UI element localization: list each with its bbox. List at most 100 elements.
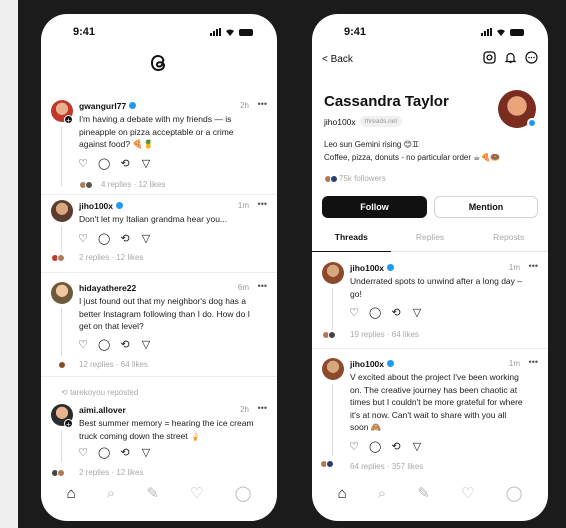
compose-icon[interactable]: ✎ xyxy=(417,484,430,502)
profile-icon[interactable]: ◯ xyxy=(506,484,523,502)
share-icon[interactable]: ▽ xyxy=(411,306,423,319)
activity-heart-icon[interactable]: ♡ xyxy=(461,484,474,502)
compose-icon[interactable]: ✎ xyxy=(146,484,159,502)
like-icon[interactable]: ♡ xyxy=(77,338,89,351)
follow-button[interactable]: Follow xyxy=(322,196,427,218)
thread-line xyxy=(61,308,62,356)
tab-reposts[interactable]: Reposts xyxy=(469,232,548,252)
follow-plus-icon[interactable]: + xyxy=(64,115,73,125)
reply-icon[interactable]: ◯ xyxy=(98,338,110,351)
profile-name: Cassandra Taylor xyxy=(324,93,449,110)
threads-logo-icon xyxy=(41,52,277,80)
divider xyxy=(41,194,277,195)
reply-icon[interactable]: ◯ xyxy=(98,232,110,245)
post-time: 6m xyxy=(237,283,249,292)
reposted-label: ⟲ tarekoyou reposted xyxy=(61,388,139,397)
status-icons xyxy=(210,28,253,36)
post-stats[interactable]: 19 replies · 64 likes xyxy=(350,330,419,339)
repost-icon[interactable]: ⟲ xyxy=(119,446,131,459)
reply-icon[interactable]: ◯ xyxy=(98,157,110,170)
repost-icon[interactable]: ⟲ xyxy=(119,338,131,351)
avatar[interactable] xyxy=(322,358,344,380)
profile-icon[interactable]: ◯ xyxy=(235,484,252,502)
share-icon[interactable]: ▽ xyxy=(140,446,152,459)
profile-handle: jiho100x threads.net xyxy=(324,116,403,127)
post-username[interactable]: gwangurl77 xyxy=(79,101,137,111)
repost-icon[interactable]: ⟲ xyxy=(390,306,402,319)
verified-icon xyxy=(116,202,124,209)
post-time: 2h xyxy=(240,101,249,110)
post-text: I'm having a debate with my friends — is… xyxy=(79,114,234,149)
search-icon[interactable]: ⌕ xyxy=(378,485,386,502)
like-icon[interactable]: ♡ xyxy=(348,440,360,453)
follow-plus-icon[interactable]: + xyxy=(64,419,73,429)
post-stats[interactable]: 64 replies · 357 likes xyxy=(350,462,423,471)
reply-avatars xyxy=(58,361,66,369)
reply-icon[interactable]: ◯ xyxy=(369,306,381,319)
repost-icon: ⟲ xyxy=(61,388,68,397)
profile-avatar xyxy=(498,90,537,128)
thread-line xyxy=(61,126,62,186)
followers-count[interactable]: 75k followers xyxy=(324,174,386,183)
avatar[interactable] xyxy=(51,282,73,304)
post-stats[interactable]: 12 replies · 64 likes xyxy=(79,360,148,369)
like-icon[interactable]: ♡ xyxy=(77,157,89,170)
bottom-tab-bar: ⌂ ⌕ ✎ ♡ ◯ xyxy=(312,473,548,521)
tab-replies[interactable]: Replies xyxy=(390,232,470,252)
more-options-icon[interactable]: ••• xyxy=(258,281,267,291)
like-icon[interactable]: ♡ xyxy=(348,306,360,319)
more-options-icon[interactable] xyxy=(525,51,538,64)
like-icon[interactable]: ♡ xyxy=(77,446,89,459)
back-button[interactable]: < Back xyxy=(322,54,353,65)
verified-icon xyxy=(527,118,537,128)
more-options-icon[interactable]: ••• xyxy=(258,199,267,209)
avatar[interactable] xyxy=(51,200,73,222)
profile-phone: 9:41 < Back Cassandra Taylor jiho100x th… xyxy=(312,14,548,521)
share-icon[interactable]: ▽ xyxy=(140,157,152,170)
profile-bio: Leo sun Gemini rising 😊♊ Coffee, pizza, … xyxy=(324,140,501,162)
reply-icon[interactable]: ◯ xyxy=(98,446,110,459)
share-icon[interactable]: ▽ xyxy=(140,338,152,351)
home-icon[interactable]: ⌂ xyxy=(67,485,76,502)
post-username[interactable]: hidayathere22 xyxy=(79,283,136,293)
repost-icon[interactable]: ⟲ xyxy=(119,157,131,170)
notification-bell-icon[interactable] xyxy=(504,51,517,64)
post-username[interactable]: jiho100x xyxy=(350,263,395,273)
battery-icon xyxy=(510,28,524,36)
repost-icon[interactable]: ⟲ xyxy=(390,440,402,453)
status-bar: 9:41 xyxy=(312,14,548,44)
mention-button[interactable]: Mention xyxy=(434,196,538,218)
more-options-icon[interactable]: ••• xyxy=(258,99,267,109)
verified-icon xyxy=(387,360,395,367)
post-stats[interactable]: 2 replies · 12 likes xyxy=(79,253,143,262)
status-time: 9:41 xyxy=(73,26,96,38)
search-icon[interactable]: ⌕ xyxy=(107,485,115,502)
reply-avatars xyxy=(79,181,93,189)
more-options-icon[interactable]: ••• xyxy=(529,357,538,367)
post-actions: ♡ ◯ ⟲ ▽ xyxy=(77,338,152,351)
status-icons xyxy=(481,28,524,36)
share-icon[interactable]: ▽ xyxy=(140,232,152,245)
post-username[interactable]: jiho100x xyxy=(350,359,395,369)
more-options-icon[interactable]: ••• xyxy=(258,403,267,413)
post-username[interactable]: aimi.allover xyxy=(79,405,126,415)
instagram-icon[interactable] xyxy=(483,51,496,64)
status-time: 9:41 xyxy=(344,26,367,38)
share-icon[interactable]: ▽ xyxy=(411,440,423,453)
avatar[interactable] xyxy=(322,262,344,284)
repost-icon[interactable]: ⟲ xyxy=(119,232,131,245)
like-icon[interactable]: ♡ xyxy=(77,232,89,245)
post-stats[interactable]: 4 replies · 12 likes xyxy=(101,180,165,189)
threads-net-chip[interactable]: threads.net xyxy=(359,116,403,127)
bottom-tab-bar: ⌂ ⌕ ✎ ♡ ◯ xyxy=(41,473,277,521)
verified-icon xyxy=(129,102,137,109)
activity-heart-icon[interactable]: ♡ xyxy=(190,484,203,502)
home-icon[interactable]: ⌂ xyxy=(338,485,347,502)
battery-icon xyxy=(239,28,253,36)
post-text: V excited about the project I've been wo… xyxy=(350,372,523,432)
reply-icon[interactable]: ◯ xyxy=(369,440,381,453)
reply-avatars xyxy=(320,460,334,468)
post-username[interactable]: jiho100x xyxy=(79,201,124,211)
tab-threads[interactable]: Threads xyxy=(312,232,391,252)
more-options-icon[interactable]: ••• xyxy=(529,261,538,271)
